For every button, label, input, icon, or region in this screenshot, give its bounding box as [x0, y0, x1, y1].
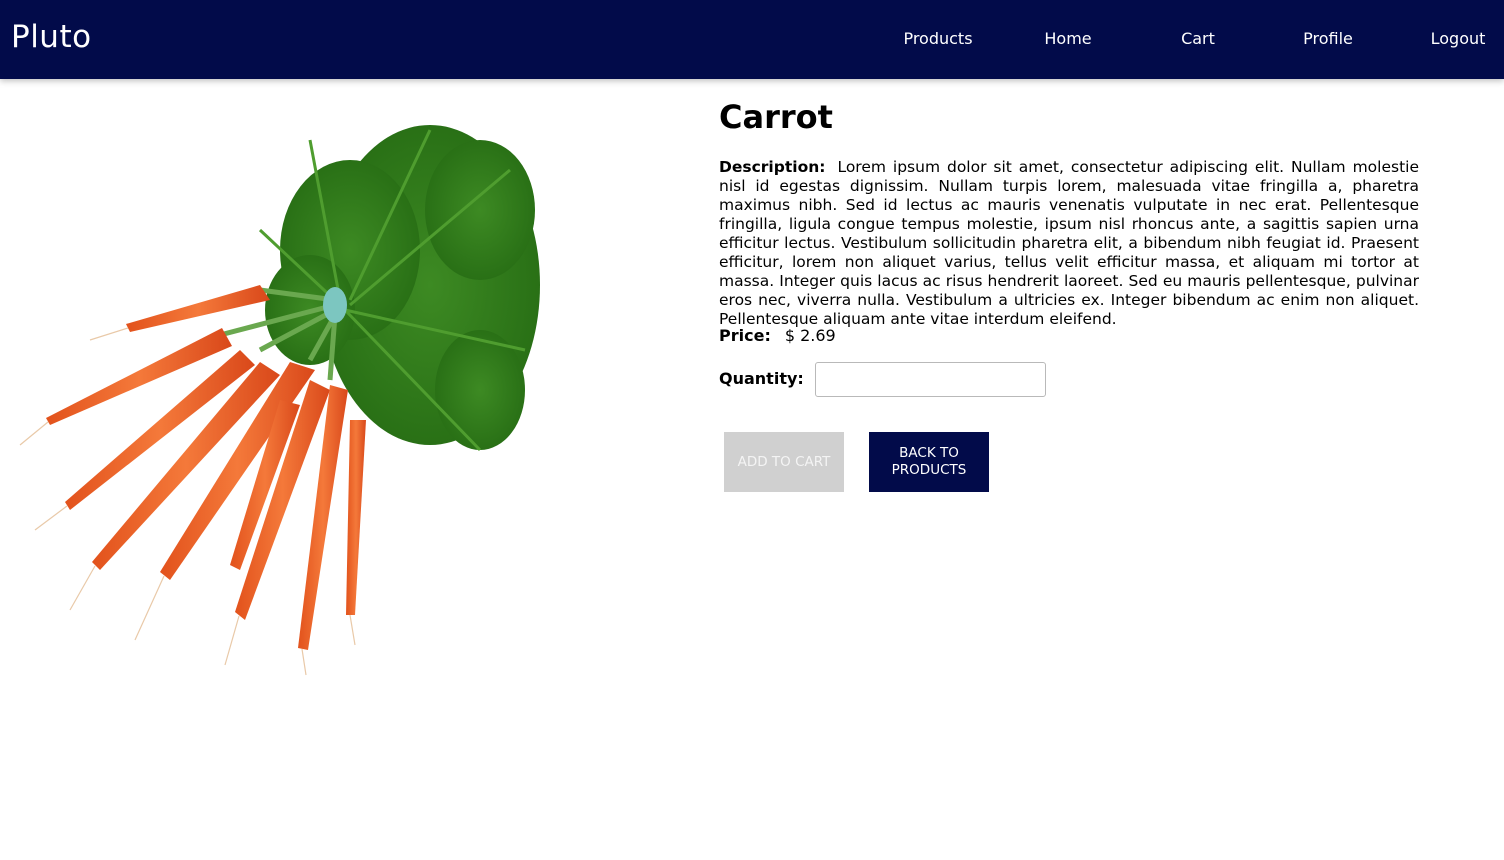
description-text: Lorem ipsum dolor sit amet, consectetur … [719, 158, 1419, 328]
product-title: Carrot [719, 98, 833, 136]
nav-link-profile[interactable]: Profile [1263, 29, 1393, 48]
quantity-input[interactable] [815, 362, 1046, 397]
nav-link-logout[interactable]: Logout [1393, 29, 1504, 48]
price-row: Price: $ 2.69 [719, 326, 836, 345]
price-label: Price: [719, 326, 771, 345]
top-navbar: Pluto Products Home Cart Profile Logout [0, 0, 1504, 79]
quantity-label: Quantity: [719, 369, 804, 388]
back-to-products-button[interactable]: BACK TO PRODUCTS [869, 432, 989, 492]
product-image [10, 100, 550, 680]
brand-logo[interactable]: Pluto [11, 19, 92, 55]
add-to-cart-button[interactable]: ADD TO CART [724, 432, 844, 492]
description-label: Description: [719, 158, 826, 176]
price-value: $ 2.69 [784, 326, 836, 345]
product-description: Description: Lorem ipsum dolor sit amet, … [719, 158, 1419, 329]
carrot-bunch-image [19, 125, 540, 676]
nav-link-products[interactable]: Products [873, 29, 1003, 48]
nav-link-cart[interactable]: Cart [1133, 29, 1263, 48]
nav-link-home[interactable]: Home [1003, 29, 1133, 48]
